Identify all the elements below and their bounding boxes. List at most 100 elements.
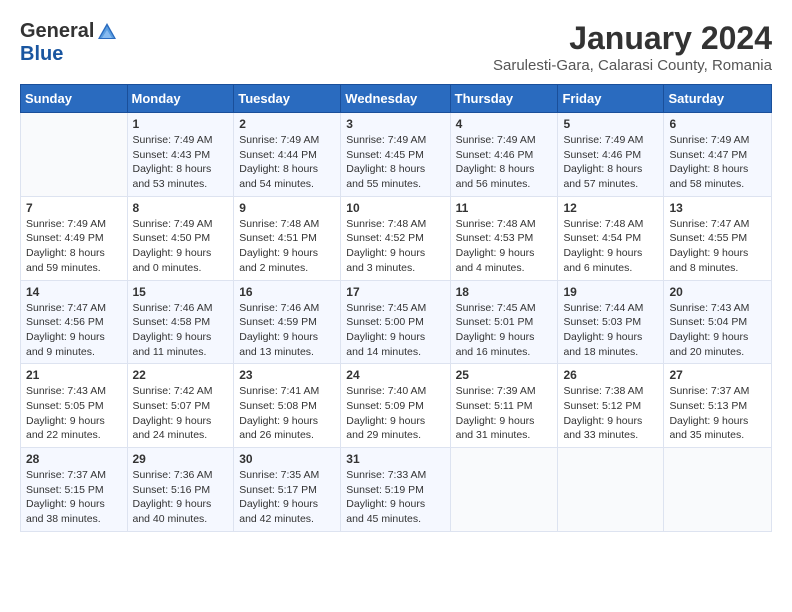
day-info: Sunrise: 7:41 AMSunset: 5:08 PMDaylight:…: [239, 384, 335, 443]
day-number: 22: [133, 368, 229, 382]
day-of-week-header: Wednesday: [341, 85, 450, 113]
day-info: Sunrise: 7:48 AMSunset: 4:53 PMDaylight:…: [456, 217, 553, 276]
logo-blue-text: Blue: [20, 43, 63, 66]
calendar-cell: 16 Sunrise: 7:46 AMSunset: 4:59 PMDayligh…: [234, 280, 341, 364]
day-number: 30: [239, 452, 335, 466]
day-info: Sunrise: 7:37 AMSunset: 5:13 PMDaylight:…: [669, 384, 766, 443]
day-number: 15: [133, 285, 229, 299]
calendar-cell: 14Sunrise: 7:47 AMSunset: 4:56 PMDayligh…: [21, 280, 128, 364]
day-number: 29: [133, 452, 229, 466]
day-info: Sunrise: 7:49 AMSunset: 4:43 PMDaylight:…: [133, 133, 229, 192]
calendar-cell: [450, 448, 558, 532]
day-info: Sunrise: 7:36 AMSunset: 5:16 PMDaylight:…: [133, 468, 229, 527]
day-number: 28: [26, 452, 122, 466]
day-number: 24: [346, 368, 444, 382]
calendar-cell: 4 Sunrise: 7:49 AMSunset: 4:46 PMDaylight…: [450, 113, 558, 197]
subtitle: Sarulesti-Gara, Calarasi County, Romania: [493, 57, 772, 74]
day-info: Sunrise: 7:37 AMSunset: 5:15 PMDaylight:…: [26, 468, 122, 527]
calendar-cell: 18 Sunrise: 7:45 AMSunset: 5:01 PMDayligh…: [450, 280, 558, 364]
day-info: Sunrise: 7:44 AMSunset: 5:03 PMDaylight:…: [563, 301, 658, 360]
day-number: 25: [456, 368, 553, 382]
day-number: 11: [456, 201, 553, 215]
main-title: January 2024: [493, 20, 772, 57]
calendar-cell: 21Sunrise: 7:43 AMSunset: 5:05 PMDayligh…: [21, 364, 128, 448]
day-info: Sunrise: 7:45 AMSunset: 5:01 PMDaylight:…: [456, 301, 553, 360]
calendar-cell: 25 Sunrise: 7:39 AMSunset: 5:11 PMDayligh…: [450, 364, 558, 448]
calendar-cell: 30 Sunrise: 7:35 AMSunset: 5:17 PMDayligh…: [234, 448, 341, 532]
calendar-cell: 26Sunrise: 7:38 AMSunset: 5:12 PMDayligh…: [558, 364, 664, 448]
day-number: 21: [26, 368, 122, 382]
calendar-cell: [21, 113, 128, 197]
day-info: Sunrise: 7:43 AMSunset: 5:04 PMDaylight:…: [669, 301, 766, 360]
calendar-cell: [664, 448, 772, 532]
day-number: 4: [456, 117, 553, 131]
day-number: 2: [239, 117, 335, 131]
calendar-cell: 1Sunrise: 7:49 AMSunset: 4:43 PMDaylight…: [127, 113, 234, 197]
day-info: Sunrise: 7:48 AMSunset: 4:51 PMDaylight:…: [239, 217, 335, 276]
calendar-cell: 2 Sunrise: 7:49 AMSunset: 4:44 PMDaylight…: [234, 113, 341, 197]
day-info: Sunrise: 7:49 AMSunset: 4:46 PMDaylight:…: [456, 133, 553, 192]
day-info: Sunrise: 7:49 AMSunset: 4:47 PMDaylight:…: [669, 133, 766, 192]
page: General Blue January 2024 Sarulesti-Gara…: [0, 0, 792, 542]
logo-icon: [96, 21, 118, 43]
day-number: 9: [239, 201, 335, 215]
day-info: Sunrise: 7:46 AMSunset: 4:59 PMDaylight:…: [239, 301, 335, 360]
calendar-week-row: 21Sunrise: 7:43 AMSunset: 5:05 PMDayligh…: [21, 364, 772, 448]
calendar-cell: 3Sunrise: 7:49 AMSunset: 4:45 PMDaylight…: [341, 113, 450, 197]
calendar-cell: 28 Sunrise: 7:37 AMSunset: 5:15 PMDayligh…: [21, 448, 128, 532]
calendar-cell: 23 Sunrise: 7:41 AMSunset: 5:08 PMDayligh…: [234, 364, 341, 448]
day-number: 19: [563, 285, 658, 299]
day-info: Sunrise: 7:49 AMSunset: 4:50 PMDaylight:…: [133, 217, 229, 276]
title-block: January 2024 Sarulesti-Gara, Calarasi Co…: [493, 20, 772, 74]
calendar-cell: 11 Sunrise: 7:48 AMSunset: 4:53 PMDayligh…: [450, 196, 558, 280]
day-info: Sunrise: 7:40 AMSunset: 5:09 PMDaylight:…: [346, 384, 444, 443]
day-info: Sunrise: 7:33 AMSunset: 5:19 PMDaylight:…: [346, 468, 444, 527]
day-info: Sunrise: 7:42 AMSunset: 5:07 PMDaylight:…: [133, 384, 229, 443]
day-number: 10: [346, 201, 444, 215]
day-info: Sunrise: 7:49 AMSunset: 4:44 PMDaylight:…: [239, 133, 335, 192]
day-info: Sunrise: 7:39 AMSunset: 5:11 PMDaylight:…: [456, 384, 553, 443]
calendar-cell: 5 Sunrise: 7:49 AMSunset: 4:46 PMDaylight…: [558, 113, 664, 197]
day-number: 31: [346, 452, 444, 466]
logo: General Blue: [20, 20, 118, 66]
day-info: Sunrise: 7:47 AMSunset: 4:55 PMDaylight:…: [669, 217, 766, 276]
day-number: 3: [346, 117, 444, 131]
day-number: 16: [239, 285, 335, 299]
day-of-week-header: Tuesday: [234, 85, 341, 113]
day-of-week-header: Friday: [558, 85, 664, 113]
day-number: 20: [669, 285, 766, 299]
calendar-cell: 9 Sunrise: 7:48 AMSunset: 4:51 PMDaylight…: [234, 196, 341, 280]
day-info: Sunrise: 7:38 AMSunset: 5:12 PMDaylight:…: [563, 384, 658, 443]
calendar-cell: 19 Sunrise: 7:44 AMSunset: 5:03 PMDayligh…: [558, 280, 664, 364]
day-info: Sunrise: 7:49 AMSunset: 4:49 PMDaylight:…: [26, 217, 122, 276]
calendar-cell: 24 Sunrise: 7:40 AMSunset: 5:09 PMDayligh…: [341, 364, 450, 448]
calendar-cell: 20 Sunrise: 7:43 AMSunset: 5:04 PMDayligh…: [664, 280, 772, 364]
day-info: Sunrise: 7:47 AMSunset: 4:56 PMDaylight:…: [26, 301, 122, 360]
day-info: Sunrise: 7:49 AMSunset: 4:46 PMDaylight:…: [563, 133, 658, 192]
calendar-week-row: 1Sunrise: 7:49 AMSunset: 4:43 PMDaylight…: [21, 113, 772, 197]
day-number: 12: [563, 201, 658, 215]
calendar-cell: 6Sunrise: 7:49 AMSunset: 4:47 PMDaylight…: [664, 113, 772, 197]
calendar-cell: 15Sunrise: 7:46 AMSunset: 4:58 PMDayligh…: [127, 280, 234, 364]
day-number: 5: [563, 117, 658, 131]
day-info: Sunrise: 7:45 AMSunset: 5:00 PMDaylight:…: [346, 301, 444, 360]
day-info: Sunrise: 7:48 AMSunset: 4:54 PMDaylight:…: [563, 217, 658, 276]
day-number: 27: [669, 368, 766, 382]
day-number: 18: [456, 285, 553, 299]
day-of-week-header: Saturday: [664, 85, 772, 113]
calendar-week-row: 28 Sunrise: 7:37 AMSunset: 5:15 PMDayligh…: [21, 448, 772, 532]
day-number: 7: [26, 201, 122, 215]
day-of-week-header: Sunday: [21, 85, 128, 113]
calendar-cell: 13Sunrise: 7:47 AMSunset: 4:55 PMDayligh…: [664, 196, 772, 280]
calendar-table: SundayMondayTuesdayWednesdayThursdayFrid…: [20, 84, 772, 532]
day-info: Sunrise: 7:35 AMSunset: 5:17 PMDaylight:…: [239, 468, 335, 527]
logo-general-text: General: [20, 20, 94, 43]
header: General Blue January 2024 Sarulesti-Gara…: [20, 20, 772, 74]
calendar-cell: 12 Sunrise: 7:48 AMSunset: 4:54 PMDayligh…: [558, 196, 664, 280]
calendar-cell: 17Sunrise: 7:45 AMSunset: 5:00 PMDayligh…: [341, 280, 450, 364]
day-of-week-header: Thursday: [450, 85, 558, 113]
day-number: 23: [239, 368, 335, 382]
calendar-cell: 27 Sunrise: 7:37 AMSunset: 5:13 PMDayligh…: [664, 364, 772, 448]
day-number: 8: [133, 201, 229, 215]
calendar-cell: [558, 448, 664, 532]
